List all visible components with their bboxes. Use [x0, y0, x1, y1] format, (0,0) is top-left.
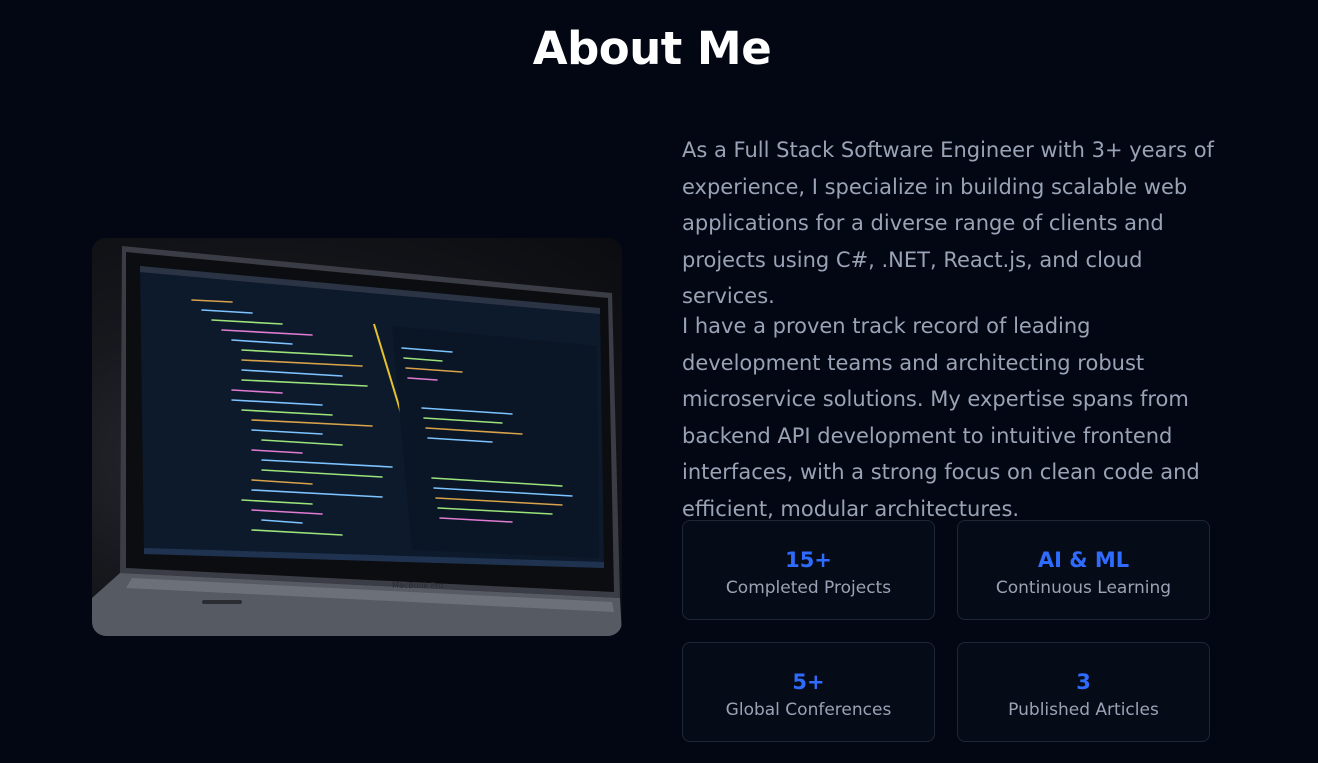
stat-card-learning: AI & ML Continuous Learning [957, 520, 1210, 620]
stat-label: Completed Projects [725, 578, 892, 598]
stat-label: Published Articles [1008, 700, 1159, 720]
stat-card-articles: 3 Published Articles [957, 642, 1210, 742]
stat-value: AI & ML [1037, 548, 1130, 572]
bio-paragraph-2: I have a proven track record of leading … [682, 314, 1200, 521]
bio-paragraph-1: As a Full Stack Software Engineer with 3… [682, 138, 1214, 308]
laptop-brand-label: MacBook Pro [392, 581, 443, 590]
laptop-photo: MacBook Pro [92, 238, 622, 636]
stat-value: 15+ [785, 548, 832, 572]
stat-card-projects: 15+ Completed Projects [682, 520, 935, 620]
stat-label: Continuous Learning [995, 578, 1172, 598]
stat-value: 5+ [792, 670, 825, 694]
stat-value: 3 [1076, 670, 1091, 694]
section-title: About Me [532, 22, 772, 75]
stat-card-conferences: 5+ Global Conferences [682, 642, 935, 742]
stat-label: Global Conferences [725, 700, 892, 720]
